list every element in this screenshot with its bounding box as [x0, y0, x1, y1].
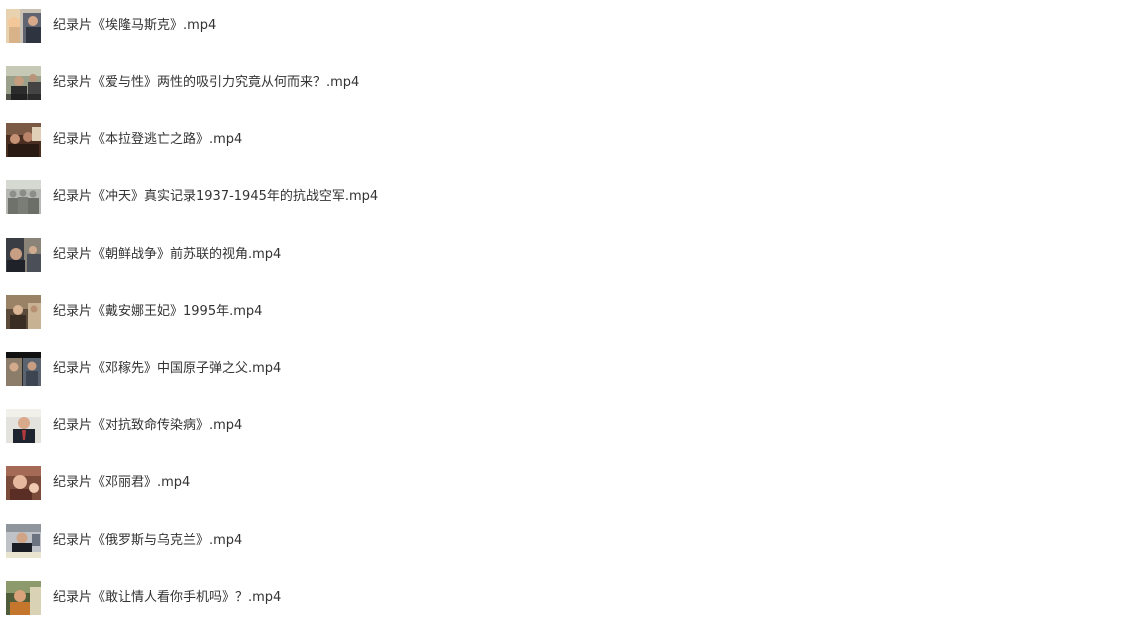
file-row[interactable]: 纪录片《邓稼先》中国原子弹之父.mp4 [6, 352, 281, 386]
video-thumbnail-icon [6, 180, 41, 214]
file-row[interactable]: 纪录片《邓丽君》.mp4 [6, 466, 190, 500]
file-list: 纪录片《埃隆马斯克》.mp4 纪录片《爱与性》两性的吸引力究竟从何而来？.mp4 [0, 0, 1124, 620]
video-thumbnail-icon [6, 295, 41, 329]
video-thumbnail-icon [6, 66, 41, 100]
video-thumbnail-icon [6, 238, 41, 272]
video-thumbnail-icon [6, 352, 41, 386]
file-name[interactable]: 纪录片《埃隆马斯克》.mp4 [53, 18, 216, 34]
file-name[interactable]: 纪录片《戴安娜王妃》1995年.mp4 [53, 304, 262, 320]
file-name[interactable]: 纪录片《俄罗斯与乌克兰》.mp4 [53, 533, 242, 549]
file-name[interactable]: 纪录片《朝鲜战争》前苏联的视角.mp4 [53, 247, 281, 263]
file-name[interactable]: 纪录片《冲天》真实记录1937-1945年的抗战空军.mp4 [53, 189, 378, 205]
video-thumbnail-icon [6, 466, 41, 500]
file-row[interactable]: 纪录片《本拉登逃亡之路》.mp4 [6, 123, 242, 157]
video-thumbnail-icon [6, 581, 41, 615]
video-thumbnail-icon [6, 9, 41, 43]
file-name[interactable]: 纪录片《本拉登逃亡之路》.mp4 [53, 132, 242, 148]
file-name[interactable]: 纪录片《敢让情人看你手机吗》？.mp4 [53, 590, 281, 606]
file-name[interactable]: 纪录片《爱与性》两性的吸引力究竟从何而来？.mp4 [53, 75, 359, 91]
video-thumbnail-icon [6, 123, 41, 157]
video-thumbnail-icon [6, 524, 41, 558]
file-row[interactable]: 纪录片《埃隆马斯克》.mp4 [6, 9, 216, 43]
file-name[interactable]: 纪录片《对抗致命传染病》.mp4 [53, 418, 242, 434]
file-name[interactable]: 纪录片《邓稼先》中国原子弹之父.mp4 [53, 361, 281, 377]
file-row[interactable]: 纪录片《敢让情人看你手机吗》？.mp4 [6, 581, 281, 615]
video-thumbnail-icon [6, 409, 41, 443]
file-row[interactable]: 纪录片《爱与性》两性的吸引力究竟从何而来？.mp4 [6, 66, 359, 100]
file-row[interactable]: 纪录片《对抗致命传染病》.mp4 [6, 409, 242, 443]
file-row[interactable]: 纪录片《俄罗斯与乌克兰》.mp4 [6, 524, 242, 558]
file-name[interactable]: 纪录片《邓丽君》.mp4 [53, 475, 190, 491]
file-row[interactable]: 纪录片《戴安娜王妃》1995年.mp4 [6, 295, 262, 329]
file-row[interactable]: 纪录片《朝鲜战争》前苏联的视角.mp4 [6, 238, 281, 272]
file-row[interactable]: 纪录片《冲天》真实记录1937-1945年的抗战空军.mp4 [6, 180, 378, 214]
